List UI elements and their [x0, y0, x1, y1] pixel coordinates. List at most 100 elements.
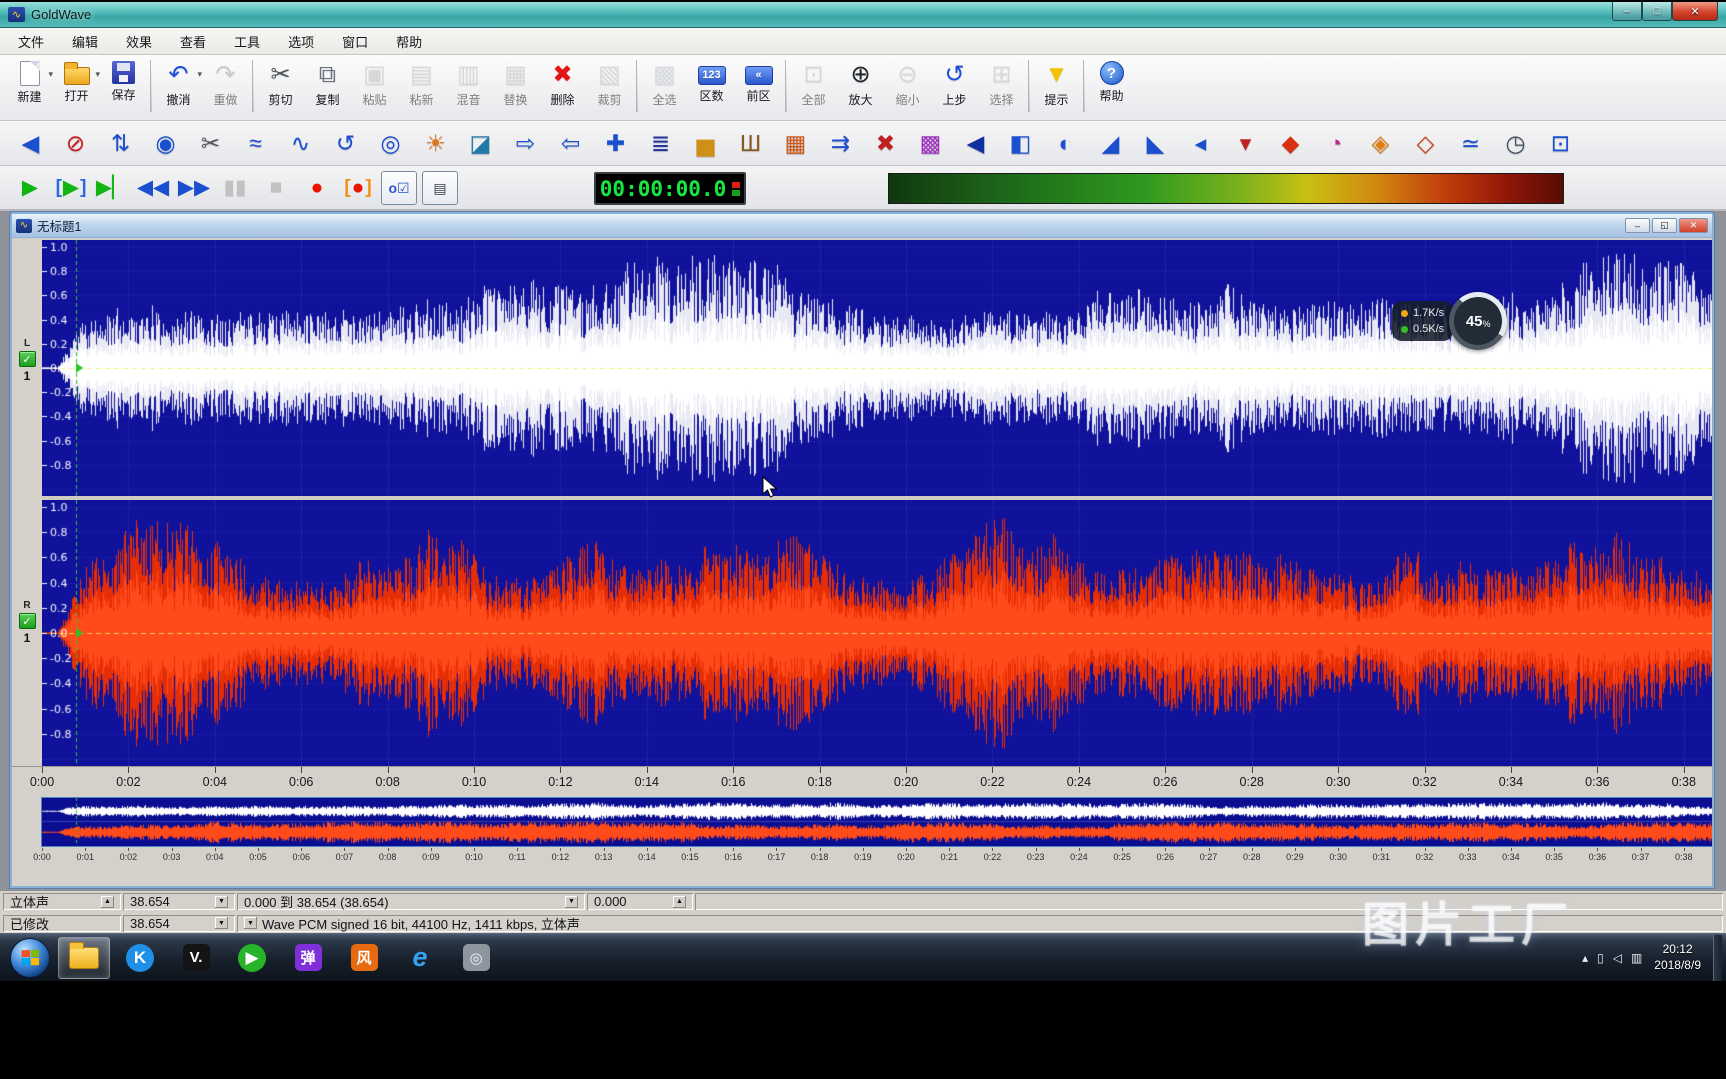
effect-expander-button[interactable]: ✚: [593, 123, 638, 163]
overview-waveform[interactable]: [41, 797, 1712, 847]
toolbar-tips-button[interactable]: ▼ 提示: [1033, 58, 1080, 118]
waveform-right-channel[interactable]: [42, 500, 1712, 766]
effect-noise-reduction-button[interactable]: ✖: [863, 123, 908, 163]
effect-noise-gate-button[interactable]: ✂: [188, 123, 233, 163]
spin-down-icon[interactable]: ▼: [565, 895, 578, 908]
effect-color-mixer-button[interactable]: ▩: [908, 123, 953, 163]
taskbar-player-v[interactable]: V.: [170, 937, 222, 979]
tray-network-icon[interactable]: ▥: [1631, 951, 1642, 965]
effect-offset-right-button[interactable]: ⇨: [503, 123, 548, 163]
transport-device-controls-button[interactable]: ▤: [422, 170, 458, 205]
spin-down-icon[interactable]: ▼: [244, 917, 257, 929]
effect-fade-in-button[interactable]: ◢: [1088, 123, 1133, 163]
effect-mixer-button[interactable]: ▦: [773, 123, 818, 163]
toolbar-open-button[interactable]: ▾ 打开: [53, 58, 100, 118]
progress-ring-icon[interactable]: 45 %: [1449, 292, 1508, 350]
status-length2[interactable]: 38.654 ▼: [123, 915, 235, 932]
channel-toggle-right[interactable]: ✓: [18, 613, 36, 629]
taskbar-explorer[interactable]: [58, 936, 110, 979]
taskbar-ie-browser[interactable]: e: [394, 937, 446, 979]
taskbar-kugou[interactable]: K: [114, 937, 166, 979]
doc-close-button[interactable]: ✕: [1679, 218, 1708, 233]
menu-item-编辑[interactable]: 编辑: [58, 28, 112, 55]
toolbar-zoom-in-button[interactable]: ⊕ 放大: [837, 58, 884, 118]
effect-marker-orange-button[interactable]: ◈: [1358, 123, 1403, 163]
effect-playback-device-button[interactable]: ◧: [998, 123, 1043, 163]
start-button[interactable]: [10, 937, 50, 978]
tray-expand-icon[interactable]: ▴: [1582, 951, 1588, 965]
speed-overlay[interactable]: 1.7K/s 0.5K/s 45 %: [1392, 292, 1508, 350]
effect-exchange-button[interactable]: ⇉: [818, 123, 863, 163]
effect-pitch-bend-button[interactable]: ≈: [233, 123, 278, 163]
toolbar-help-button[interactable]: ? 帮助: [1088, 58, 1135, 118]
effect-spectrum-button[interactable]: ◪: [458, 123, 503, 163]
effect-channel-swap-button[interactable]: ⇅: [98, 123, 143, 163]
effect-equalizer-button[interactable]: ≣: [638, 123, 683, 163]
doc-restore-button[interactable]: ◱: [1652, 218, 1677, 233]
taskbar-camera-tool[interactable]: ◎: [450, 937, 502, 979]
tray-volume-icon[interactable]: ◁: [1613, 951, 1622, 965]
maximize-button[interactable]: □: [1642, 2, 1672, 21]
menu-item-选项[interactable]: 选项: [274, 28, 328, 55]
transport-play-button[interactable]: ▶: [12, 171, 48, 205]
toolbar-undo-button[interactable]: ↶ ▾ 撤消: [155, 58, 202, 118]
time-axis[interactable]: 0:00 0:02 0:04 0:06 0:08 0:10 0:12 0:14 0:16 0:18…: [12, 766, 1712, 794]
menu-item-工具[interactable]: 工具: [220, 28, 274, 55]
tray-battery-icon[interactable]: ▯: [1597, 951, 1604, 965]
effect-monitor-out-button[interactable]: ⊡: [1538, 123, 1583, 163]
effect-shape-button[interactable]: ◆: [1268, 123, 1313, 163]
effect-offset-left-button[interactable]: ⇦: [548, 123, 593, 163]
transport-rewind-button[interactable]: ◀◀: [135, 171, 171, 205]
menu-item-窗口[interactable]: 窗口: [328, 28, 382, 55]
effect-mute-button[interactable]: ⊘: [53, 123, 98, 163]
toolbar-save-button[interactable]: 保存: [100, 58, 147, 118]
spin-down-icon[interactable]: ▼: [215, 895, 228, 908]
transport-record-button[interactable]: ●: [299, 171, 335, 205]
effect-volume-match-button[interactable]: ◂: [1178, 123, 1223, 163]
toolbar-copy-button[interactable]: ⧉ 复制: [304, 58, 351, 118]
status-channel-mode[interactable]: 立体声 ▲: [3, 893, 121, 910]
effect-fade-out-button[interactable]: ◣: [1133, 123, 1178, 163]
effect-smoother-button[interactable]: ≃: [1448, 123, 1493, 163]
channel-toggle-left[interactable]: ✓: [18, 351, 36, 367]
taskbar-storm-player[interactable]: 风: [338, 937, 390, 979]
effect-mechanize-button[interactable]: ◎: [368, 123, 413, 163]
menu-item-效果[interactable]: 效果: [112, 28, 166, 55]
effect-reverse-button[interactable]: ↺: [323, 123, 368, 163]
effect-doppler-button[interactable]: ◉: [143, 123, 188, 163]
toolbar-marker-button[interactable]: 123 区数: [688, 58, 735, 118]
effect-comb-filter-button[interactable]: Ш: [728, 123, 773, 163]
effect-speaker-out-button[interactable]: ◐: [1043, 123, 1088, 163]
status-position[interactable]: 0.000 ▲: [587, 893, 693, 910]
transport-play-selection-button[interactable]: [▶]: [53, 171, 89, 205]
document-title-bar[interactable]: ∿ 无标题1 – ◱ ✕: [12, 214, 1712, 238]
title-bar[interactable]: ∿ GoldWave – □ ✕: [0, 2, 1726, 28]
status-selection-range[interactable]: 0.000 到 38.654 (38.654) ▼: [237, 893, 585, 910]
doc-minimize-button[interactable]: –: [1625, 218, 1650, 233]
effect-pinwheel-button[interactable]: ☀: [413, 123, 458, 163]
toolbar-delete-button[interactable]: ✖ 删除: [539, 58, 586, 118]
spin-up-icon[interactable]: ▲: [673, 895, 686, 908]
transport-monitor-input-button[interactable]: o☑: [381, 170, 417, 205]
minimize-button[interactable]: –: [1612, 2, 1642, 21]
waveform-left-channel[interactable]: [42, 240, 1712, 496]
taskbar-clock[interactable]: 20:12 2018/8/9: [1654, 942, 1701, 973]
close-button[interactable]: ✕: [1672, 2, 1718, 21]
transport-fast-forward-button[interactable]: ▶▶: [176, 171, 212, 205]
transport-record-selection-button[interactable]: [●]: [340, 171, 376, 205]
effect-cue-marker-button[interactable]: ◀: [953, 123, 998, 163]
effect-volume-down-button[interactable]: ▾: [1223, 123, 1268, 163]
taskbar-danmaku[interactable]: 弹: [282, 937, 334, 979]
effect-preview-button[interactable]: ◔: [1313, 123, 1358, 163]
toolbar-prev-region-button[interactable]: « 前区: [735, 58, 782, 118]
menu-item-查看[interactable]: 查看: [166, 28, 220, 55]
taskbar-pptv[interactable]: ▶: [226, 937, 278, 979]
toolbar-new-button[interactable]: ▾ 新建: [6, 58, 53, 118]
toolbar-cut-button[interactable]: ✂ 剪切: [257, 58, 304, 118]
spin-down-icon[interactable]: ▼: [215, 917, 228, 929]
effect-volume-bars-button[interactable]: ▅: [683, 123, 728, 163]
effect-timer-button[interactable]: ◷: [1493, 123, 1538, 163]
toolbar-zoom-prev-button[interactable]: ↺ 上步: [931, 58, 978, 118]
status-length[interactable]: 38.654 ▼: [123, 893, 235, 910]
effect-volume-shape-button[interactable]: ◀: [8, 123, 53, 163]
